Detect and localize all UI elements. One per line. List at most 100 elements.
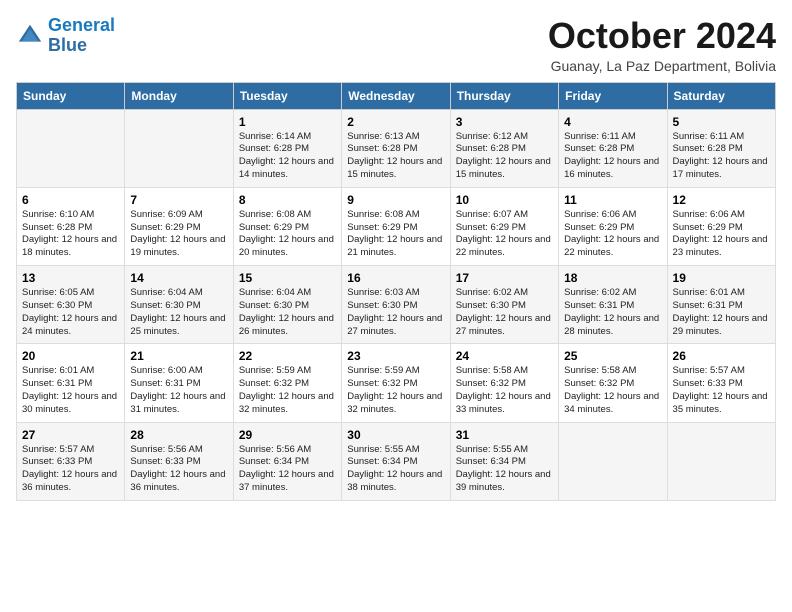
day-number: 19 (673, 271, 770, 285)
day-info: Sunrise: 6:11 AMSunset: 6:28 PMDaylight:… (564, 131, 661, 182)
day-number: 26 (673, 349, 770, 363)
day-info: Sunrise: 6:04 AMSunset: 6:30 PMDaylight:… (130, 287, 227, 338)
calendar-cell: 17 Sunrise: 6:02 AMSunset: 6:30 PMDayligh… (450, 266, 558, 344)
day-number: 3 (456, 115, 553, 129)
calendar-cell: 7 Sunrise: 6:09 AMSunset: 6:29 PMDaylight… (125, 187, 233, 265)
day-info: Sunrise: 6:02 AMSunset: 6:31 PMDaylight:… (564, 287, 661, 338)
day-number: 18 (564, 271, 661, 285)
calendar-cell: 5Sunrise: 6:11 AMSunset: 6:28 PMDaylight… (667, 109, 775, 187)
calendar-cell: 9 Sunrise: 6:08 AMSunset: 6:29 PMDaylight… (342, 187, 450, 265)
day-info: Sunrise: 6:02 AMSunset: 6:30 PMDaylight:… (456, 287, 553, 338)
day-number: 30 (347, 428, 444, 442)
calendar-cell: 27 Sunrise: 5:57 AMSunset: 6:33 PMDayligh… (17, 422, 125, 500)
calendar-cell: 20 Sunrise: 6:01 AMSunset: 6:31 PMDayligh… (17, 344, 125, 422)
day-number: 14 (130, 271, 227, 285)
calendar-cell: 3 Sunrise: 6:12 AMSunset: 6:28 PMDaylight… (450, 109, 558, 187)
day-info: Sunrise: 5:57 AMSunset: 6:33 PMDaylight:… (22, 444, 119, 495)
day-number: 9 (347, 193, 444, 207)
day-info: Sunrise: 6:07 AMSunset: 6:29 PMDaylight:… (456, 209, 553, 260)
calendar-cell: 19 Sunrise: 6:01 AMSunset: 6:31 PMDayligh… (667, 266, 775, 344)
day-info: Sunrise: 5:59 AMSunset: 6:32 PMDaylight:… (239, 365, 336, 416)
day-info: Sunrise: 6:10 AMSunset: 6:28 PMDaylight:… (22, 209, 119, 260)
calendar-cell (125, 109, 233, 187)
logo-blue: Blue (48, 35, 87, 55)
calendar-cell: 6 Sunrise: 6:10 AMSunset: 6:28 PMDaylight… (17, 187, 125, 265)
day-number: 11 (564, 193, 661, 207)
week-row-2: 6 Sunrise: 6:10 AMSunset: 6:28 PMDaylight… (17, 187, 776, 265)
day-number: 20 (22, 349, 119, 363)
calendar-cell: 31Sunrise: 5:55 AMSunset: 6:34 PMDayligh… (450, 422, 558, 500)
day-info: Sunrise: 5:56 AMSunset: 6:34 PMDaylight:… (239, 444, 336, 495)
calendar-cell: 4Sunrise: 6:11 AMSunset: 6:28 PMDaylight… (559, 109, 667, 187)
week-row-5: 27 Sunrise: 5:57 AMSunset: 6:33 PMDayligh… (17, 422, 776, 500)
calendar-cell: 12Sunrise: 6:06 AMSunset: 6:29 PMDayligh… (667, 187, 775, 265)
day-number: 24 (456, 349, 553, 363)
logo: General Blue (16, 16, 115, 56)
day-info: Sunrise: 6:01 AMSunset: 6:31 PMDaylight:… (22, 365, 119, 416)
calendar-cell: 16Sunrise: 6:03 AMSunset: 6:30 PMDayligh… (342, 266, 450, 344)
day-header-sunday: Sunday (17, 82, 125, 109)
calendar-cell: 13 Sunrise: 6:05 AMSunset: 6:30 PMDayligh… (17, 266, 125, 344)
calendar-cell: 25 Sunrise: 5:58 AMSunset: 6:32 PMDayligh… (559, 344, 667, 422)
calendar-cell: 8Sunrise: 6:08 AMSunset: 6:29 PMDaylight… (233, 187, 341, 265)
day-info: Sunrise: 6:14 AMSunset: 6:28 PMDaylight:… (239, 131, 336, 182)
day-info: Sunrise: 5:58 AMSunset: 6:32 PMDaylight:… (456, 365, 553, 416)
day-number: 29 (239, 428, 336, 442)
calendar-cell: 15 Sunrise: 6:04 AMSunset: 6:30 PMDayligh… (233, 266, 341, 344)
day-info: Sunrise: 6:11 AMSunset: 6:28 PMDaylight:… (673, 131, 770, 182)
page-header: General Blue October 2024 Guanay, La Paz… (16, 16, 776, 74)
calendar-cell: 10Sunrise: 6:07 AMSunset: 6:29 PMDayligh… (450, 187, 558, 265)
calendar-cell: 18 Sunrise: 6:02 AMSunset: 6:31 PMDayligh… (559, 266, 667, 344)
calendar-cell: 26 Sunrise: 5:57 AMSunset: 6:33 PMDayligh… (667, 344, 775, 422)
day-info: Sunrise: 5:55 AMSunset: 6:34 PMDaylight:… (456, 444, 553, 495)
calendar-cell: 2Sunrise: 6:13 AMSunset: 6:28 PMDaylight… (342, 109, 450, 187)
day-info: Sunrise: 6:05 AMSunset: 6:30 PMDaylight:… (22, 287, 119, 338)
day-info: Sunrise: 6:12 AMSunset: 6:28 PMDaylight:… (456, 131, 553, 182)
day-info: Sunrise: 5:57 AMSunset: 6:33 PMDaylight:… (673, 365, 770, 416)
day-info: Sunrise: 5:55 AMSunset: 6:34 PMDaylight:… (347, 444, 444, 495)
calendar-cell: 24 Sunrise: 5:58 AMSunset: 6:32 PMDayligh… (450, 344, 558, 422)
day-header-wednesday: Wednesday (342, 82, 450, 109)
day-info: Sunrise: 6:08 AMSunset: 6:29 PMDaylight:… (239, 209, 336, 260)
day-info: Sunrise: 6:01 AMSunset: 6:31 PMDaylight:… (673, 287, 770, 338)
day-number: 1 (239, 115, 336, 129)
calendar-cell: 23 Sunrise: 5:59 AMSunset: 6:32 PMDayligh… (342, 344, 450, 422)
day-number: 17 (456, 271, 553, 285)
day-info: Sunrise: 6:13 AMSunset: 6:28 PMDaylight:… (347, 131, 444, 182)
calendar-table: SundayMondayTuesdayWednesdayThursdayFrid… (16, 82, 776, 501)
title-block: October 2024 Guanay, La Paz Department, … (548, 16, 776, 74)
day-number: 12 (673, 193, 770, 207)
day-info: Sunrise: 5:59 AMSunset: 6:32 PMDaylight:… (347, 365, 444, 416)
calendar-cell: 22 Sunrise: 5:59 AMSunset: 6:32 PMDayligh… (233, 344, 341, 422)
month-title: October 2024 (548, 16, 776, 56)
day-number: 25 (564, 349, 661, 363)
day-header-thursday: Thursday (450, 82, 558, 109)
calendar-cell: 30 Sunrise: 5:55 AMSunset: 6:34 PMDayligh… (342, 422, 450, 500)
day-number: 13 (22, 271, 119, 285)
day-number: 22 (239, 349, 336, 363)
day-info: Sunrise: 6:04 AMSunset: 6:30 PMDaylight:… (239, 287, 336, 338)
day-info: Sunrise: 5:58 AMSunset: 6:32 PMDaylight:… (564, 365, 661, 416)
day-header-saturday: Saturday (667, 82, 775, 109)
day-number: 15 (239, 271, 336, 285)
day-info: Sunrise: 6:08 AMSunset: 6:29 PMDaylight:… (347, 209, 444, 260)
day-number: 7 (130, 193, 227, 207)
day-header-friday: Friday (559, 82, 667, 109)
day-info: Sunrise: 6:06 AMSunset: 6:29 PMDaylight:… (564, 209, 661, 260)
day-header-monday: Monday (125, 82, 233, 109)
day-number: 21 (130, 349, 227, 363)
calendar-cell: 14 Sunrise: 6:04 AMSunset: 6:30 PMDayligh… (125, 266, 233, 344)
calendar-cell: 28Sunrise: 5:56 AMSunset: 6:33 PMDayligh… (125, 422, 233, 500)
calendar-cell: 11 Sunrise: 6:06 AMSunset: 6:29 PMDayligh… (559, 187, 667, 265)
day-number: 6 (22, 193, 119, 207)
day-info: Sunrise: 6:09 AMSunset: 6:29 PMDaylight:… (130, 209, 227, 260)
day-number: 23 (347, 349, 444, 363)
week-row-4: 20 Sunrise: 6:01 AMSunset: 6:31 PMDayligh… (17, 344, 776, 422)
logo-general: General (48, 15, 115, 35)
day-number: 16 (347, 271, 444, 285)
week-row-1: 1 Sunrise: 6:14 AMSunset: 6:28 PMDaylight… (17, 109, 776, 187)
week-row-3: 13 Sunrise: 6:05 AMSunset: 6:30 PMDayligh… (17, 266, 776, 344)
day-info: Sunrise: 6:00 AMSunset: 6:31 PMDaylight:… (130, 365, 227, 416)
day-header-row: SundayMondayTuesdayWednesdayThursdayFrid… (17, 82, 776, 109)
day-number: 27 (22, 428, 119, 442)
